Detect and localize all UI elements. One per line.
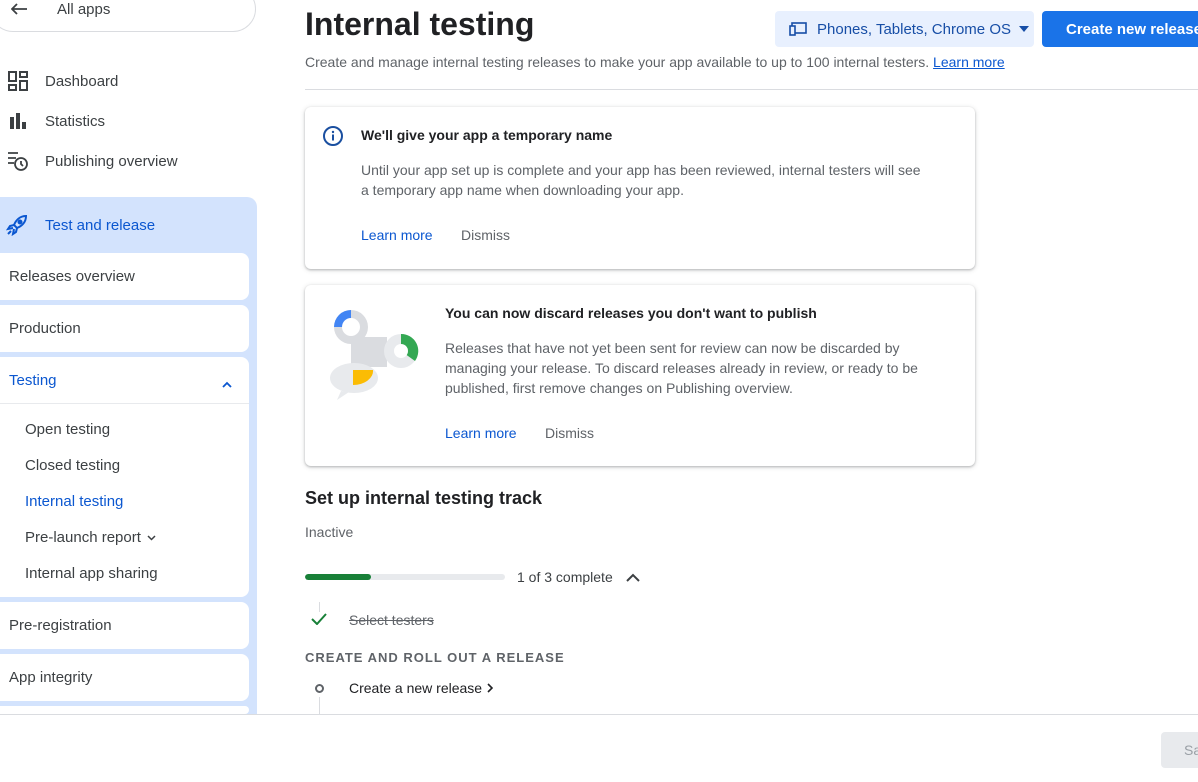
create-new-release-button[interactable]: Create new release [1042, 11, 1198, 47]
sidebar-item-label: Pre-launch report [25, 529, 141, 546]
step-create-release-label: Create a new release [349, 680, 483, 696]
chevron-up-icon[interactable] [626, 569, 644, 585]
sidebar-item-testing[interactable]: Testing [0, 357, 249, 403]
app-root: All apps Dashboard Statistics Publishing… [0, 0, 1198, 782]
sidebar-item-pre-launch-report[interactable]: Pre-launch report [25, 529, 156, 546]
discard-releases-banner: You can now discard releases you don't w… [305, 285, 975, 466]
sidebar-item-releases-overview[interactable]: Releases overview [0, 253, 249, 300]
step-connector [319, 602, 320, 612]
sidebar: All apps Dashboard Statistics Publishing… [0, 0, 272, 714]
test-and-release-section: Test and release Releases overview Produ… [0, 197, 257, 714]
sidebar-item-dashboard[interactable]: Dashboard [0, 61, 257, 101]
sidebar-item-partial [0, 706, 249, 714]
all-apps-button[interactable]: All apps [0, 0, 256, 32]
learn-more-button[interactable]: Learn more [445, 425, 517, 441]
bar-chart-icon [7, 110, 29, 132]
step-group-heading: CREATE AND ROLL OUT A RELEASE [305, 650, 565, 665]
main-content: Internal testing Create and manage inter… [272, 0, 1198, 714]
page-subtitle-text: Create and manage internal testing relea… [305, 54, 930, 70]
page-title: Internal testing [305, 6, 535, 42]
sidebar-item-label: Pre-registration [9, 617, 112, 634]
device-selector-label: Phones, Tablets, Chrome OS [817, 20, 1011, 38]
dashboard-icon [7, 70, 29, 92]
setup-progress-bar [305, 574, 505, 580]
step-select-testers[interactable]: Select testers [349, 612, 434, 628]
info-icon [322, 125, 344, 152]
header-divider [305, 89, 1198, 90]
banner-body: Until your app set up is complete and yo… [361, 162, 921, 198]
sidebar-item-label: Publishing overview [45, 152, 178, 170]
sidebar-item-internal-testing[interactable]: Internal testing [25, 493, 123, 510]
banner-title: You can now discard releases you don't w… [445, 305, 817, 321]
dropdown-arrow-icon [1019, 26, 1029, 32]
progress-label: 1 of 3 complete [517, 569, 613, 585]
step-pending-icon [315, 684, 324, 693]
discard-illustration-icon [329, 307, 421, 406]
chevron-up-icon [222, 375, 232, 393]
sidebar-item-internal-app-sharing[interactable]: Internal app sharing [25, 565, 158, 582]
track-setup-title: Set up internal testing track [305, 488, 543, 508]
chevron-down-icon [147, 534, 156, 541]
sidebar-item-production[interactable]: Production [0, 305, 249, 352]
track-status: Inactive [305, 524, 354, 540]
step-create-release[interactable]: Create a new release [349, 680, 494, 696]
sidebar-item-test-and-release[interactable]: Test and release [0, 207, 257, 243]
sidebar-item-label: Testing [9, 372, 57, 389]
section-label: Test and release [45, 216, 156, 234]
sidebar-item-open-testing[interactable]: Open testing [25, 421, 110, 438]
publishing-overview-icon [7, 150, 29, 172]
step-connector [319, 697, 320, 714]
dismiss-button[interactable]: Dismiss [461, 227, 510, 243]
sidebar-item-app-integrity[interactable]: App integrity [0, 654, 249, 701]
temporary-name-banner: We'll give your app a temporary name Unt… [305, 107, 975, 269]
footer-bar: Sa [0, 714, 1198, 782]
checkmark-icon [311, 612, 329, 628]
page-subtitle: Create and manage internal testing relea… [305, 54, 1005, 70]
banner-title: We'll give your app a temporary name [361, 127, 613, 143]
divider [0, 403, 249, 404]
learn-more-link[interactable]: Learn more [933, 54, 1005, 70]
save-button[interactable]: Sa [1161, 732, 1198, 768]
sidebar-item-statistics[interactable]: Statistics [0, 101, 257, 141]
rocket-icon [5, 214, 28, 237]
back-arrow-icon [11, 3, 35, 15]
learn-more-button[interactable]: Learn more [361, 227, 433, 243]
sidebar-item-label: Releases overview [9, 268, 135, 285]
progress-fill [305, 574, 371, 580]
sidebar-item-closed-testing[interactable]: Closed testing [25, 457, 120, 474]
devices-icon [789, 22, 807, 36]
sidebar-item-label: Dashboard [45, 72, 119, 90]
sidebar-item-label: App integrity [9, 669, 93, 686]
sidebar-item-label: Statistics [45, 112, 106, 130]
sidebar-item-label: Production [9, 320, 81, 337]
chevron-right-icon [487, 683, 494, 693]
sidebar-item-publishing-overview[interactable]: Publishing overview [0, 141, 257, 181]
device-selector[interactable]: Phones, Tablets, Chrome OS [775, 11, 1034, 47]
dismiss-button[interactable]: Dismiss [545, 425, 594, 441]
banner-body: Releases that have not yet been sent for… [445, 340, 918, 396]
testing-group: Testing Open testing Closed testing Inte… [0, 357, 249, 597]
all-apps-label: All apps [57, 0, 111, 18]
sidebar-item-pre-registration[interactable]: Pre-registration [0, 602, 249, 649]
